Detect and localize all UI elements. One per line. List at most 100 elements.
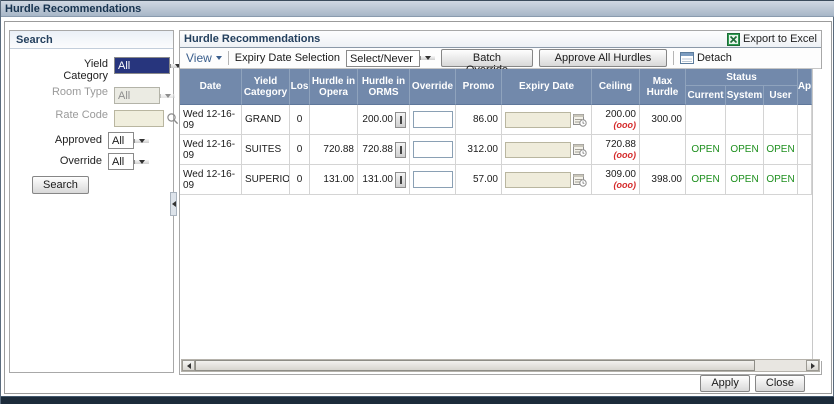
- cell-override: [410, 105, 456, 135]
- cell-date: Wed 12-16-09: [180, 165, 242, 195]
- cell-los: 0: [290, 105, 310, 135]
- approved-value: All: [112, 135, 125, 147]
- toolbar-separator: [227, 51, 229, 65]
- col-header-ceiling[interactable]: Ceiling: [592, 69, 640, 105]
- orms-detail-button[interactable]: [395, 141, 406, 158]
- col-header-promo[interactable]: Promo: [456, 69, 502, 105]
- col-header-system[interactable]: System: [726, 86, 764, 105]
- override-select[interactable]: All: [108, 153, 134, 170]
- col-header-expiry-date[interactable]: Expiry Date: [502, 69, 592, 105]
- apply-button[interactable]: Apply: [700, 375, 750, 392]
- ceiling-value: 200.00: [605, 108, 636, 120]
- cell-ceiling: 200.00 (ooo): [592, 105, 640, 135]
- detail-icon: [399, 145, 402, 154]
- cell-yield: GRAND: [242, 105, 290, 135]
- excel-icon: [727, 32, 741, 46]
- toolbar-separator: [672, 51, 674, 65]
- cell-hurdle-in-orms: 200.00: [358, 105, 410, 135]
- cell-promo: 86.00: [456, 105, 502, 135]
- yield-category-select[interactable]: All: [114, 57, 170, 74]
- col-header-los[interactable]: Los: [290, 69, 310, 105]
- cell-hurdle-in-opera: [310, 105, 358, 135]
- cell-yield: SUPERIOR: [242, 165, 290, 195]
- batch-override-button[interactable]: Batch Override: [440, 49, 533, 76]
- expiry-selection-dropdown-button[interactable]: [419, 56, 435, 60]
- main-panel-title: Hurdle Recommendations: [184, 33, 321, 45]
- col-header-user[interactable]: User: [764, 86, 798, 105]
- approved-select[interactable]: All: [108, 132, 134, 149]
- ceiling-note: (ooo): [613, 149, 637, 160]
- expiry-date-input[interactable]: [505, 141, 571, 158]
- orms-detail-button[interactable]: [395, 111, 406, 128]
- scrollbar-track[interactable]: [755, 360, 806, 371]
- cell-status-system: OPEN: [726, 135, 764, 165]
- search-panel: Search Yield Category All Room Type All …: [9, 30, 185, 373]
- override-dropdown-button[interactable]: [134, 159, 149, 164]
- cell-status-current: OPEN: [686, 165, 726, 195]
- cell-hurdle-in-orms: 131.00: [358, 165, 410, 195]
- search-button[interactable]: Search: [32, 176, 89, 194]
- override-input[interactable]: [412, 141, 453, 158]
- orms-detail-button[interactable]: [395, 171, 406, 188]
- col-header-status: Status: [686, 69, 798, 86]
- close-button[interactable]: Close: [754, 375, 805, 392]
- export-to-excel-label: Export to Excel: [743, 33, 817, 45]
- scroll-left-button[interactable]: [182, 360, 195, 371]
- detail-icon: [399, 115, 402, 124]
- horizontal-scrollbar[interactable]: [181, 359, 820, 372]
- cell-hurdle-in-opera: 131.00: [310, 165, 358, 195]
- cell-expiry-date: [502, 105, 592, 135]
- cell-los: 0: [290, 165, 310, 195]
- window-bottom-bar: [1, 396, 834, 404]
- approved-dropdown-button[interactable]: [134, 138, 149, 143]
- table-row[interactable]: Wed 12-16-09 GRAND 0 200.00 86.00 200.00…: [180, 105, 812, 135]
- col-header-yield-category[interactable]: Yield Category: [242, 69, 290, 105]
- expiry-date-input[interactable]: [505, 111, 571, 128]
- col-header-date[interactable]: Date: [180, 69, 242, 105]
- date-picker-icon[interactable]: [573, 113, 587, 127]
- override-label: Override: [59, 155, 102, 167]
- chevron-down-icon: [215, 56, 222, 60]
- cell-promo: 312.00: [456, 135, 502, 165]
- expiry-date-selection-select[interactable]: Select/Never: [345, 49, 420, 67]
- override-input[interactable]: [412, 171, 453, 188]
- expiry-date-selection-value: Select/Never: [349, 52, 413, 65]
- approve-all-hurdles-button[interactable]: Approve All Hurdles: [538, 49, 667, 67]
- cell-override: [410, 135, 456, 165]
- magnifier-icon[interactable]: [166, 112, 179, 125]
- orms-value: 720.88: [362, 144, 393, 155]
- col-header-approved-clipped[interactable]: Ap: [798, 69, 812, 105]
- col-header-current[interactable]: Current: [686, 86, 726, 105]
- room-type-value: All: [118, 90, 131, 102]
- export-to-excel-link[interactable]: Export to Excel: [727, 32, 817, 46]
- cell-status-system: OPEN: [726, 165, 764, 195]
- yield-category-label: Yield Category: [63, 58, 108, 82]
- col-header-override[interactable]: Override: [410, 69, 456, 105]
- approved-label: Approved: [54, 134, 102, 146]
- table-header-row: Date Yield Category Los Hurdle in Opera …: [180, 69, 812, 105]
- cell-approved-clipped: [798, 105, 812, 135]
- table-row[interactable]: Wed 12-16-09 SUITES 0 720.88 720.88 312.…: [180, 135, 812, 165]
- override-input[interactable]: [412, 111, 453, 128]
- col-header-hurdle-in-orms[interactable]: Hurdle in ORMS: [358, 69, 410, 105]
- cell-yield: SUITES: [242, 135, 290, 165]
- col-header-max-hurdle[interactable]: Max Hurdle: [640, 69, 686, 105]
- table-row[interactable]: Wed 12-16-09 SUPERIOR 0 131.00 131.00 57…: [180, 165, 812, 195]
- orms-value: 131.00: [362, 174, 393, 185]
- cell-ceiling: 309.00 (ooo): [592, 165, 640, 195]
- rate-code-input: [114, 110, 164, 127]
- cell-hurdle-in-orms: 720.88: [358, 135, 410, 165]
- date-picker-icon[interactable]: [573, 143, 587, 157]
- splitter-collapse-button[interactable]: [170, 192, 177, 216]
- col-header-hurdle-in-opera[interactable]: Hurdle in Opera: [310, 69, 358, 105]
- detach-button[interactable]: Detach: [679, 52, 732, 64]
- cell-los: 0: [290, 135, 310, 165]
- scroll-right-button[interactable]: [806, 360, 819, 371]
- scrollbar-thumb[interactable]: [195, 360, 755, 371]
- expiry-date-input[interactable]: [505, 171, 571, 188]
- hurdle-recommendations-panel: Hurdle Recommendations Export to Excel V…: [179, 30, 822, 375]
- cell-promo: 57.00: [456, 165, 502, 195]
- ceiling-note: (ooo): [613, 179, 637, 190]
- date-picker-icon[interactable]: [573, 173, 587, 187]
- view-menu-button[interactable]: View: [186, 51, 222, 65]
